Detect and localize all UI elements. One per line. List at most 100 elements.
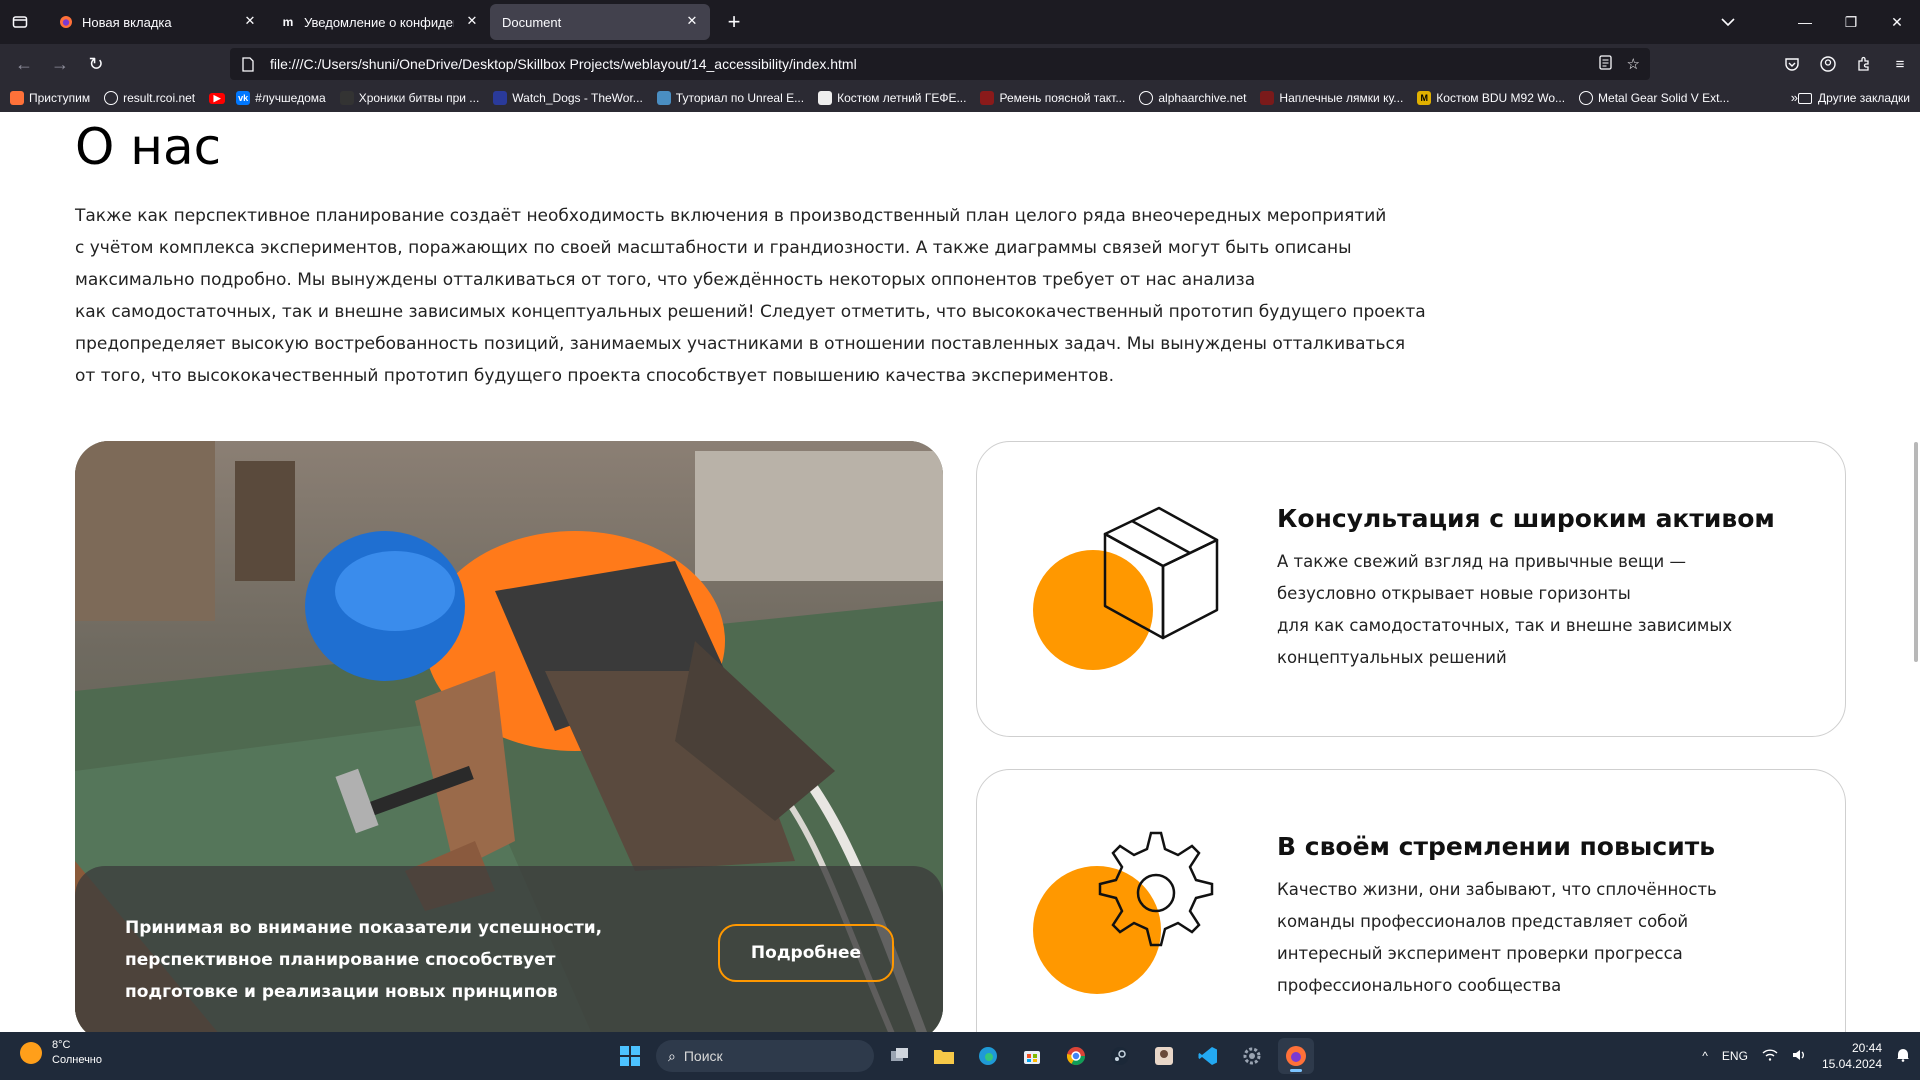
more-button[interactable]: Подробнее bbox=[718, 924, 894, 982]
promo-overlay: Принимая во внимание показатели успешнос… bbox=[75, 866, 943, 1032]
page-icon bbox=[240, 56, 256, 72]
list-tabs-icon[interactable] bbox=[1712, 6, 1744, 38]
page-scrollbar[interactable] bbox=[1914, 442, 1918, 662]
box-icon bbox=[1033, 506, 1219, 670]
url-text[interactable]: file:///C:/Users/shuni/OneDrive/Desktop/… bbox=[270, 56, 857, 72]
bookmark-star-icon[interactable]: ☆ bbox=[1627, 55, 1640, 73]
bookmark-item[interactable]: Наплечные лямки ку... bbox=[1260, 91, 1403, 105]
firefox-icon bbox=[10, 91, 24, 105]
pocket-icon[interactable] bbox=[1778, 50, 1806, 78]
url-bar[interactable]: file:///C:/Users/shuni/OneDrive/Desktop/… bbox=[230, 48, 1650, 80]
bookmark-item[interactable]: M Костюм BDU M92 Wo... bbox=[1417, 91, 1565, 105]
minimize-icon[interactable]: — bbox=[1782, 0, 1828, 44]
bookmark-item[interactable]: result.rcoi.net bbox=[104, 91, 195, 105]
folder-icon bbox=[1798, 92, 1813, 104]
globe-icon bbox=[1139, 91, 1154, 105]
navigation-toolbar: ← → ↻ file:///C:/Users/shuni/OneDrive/De… bbox=[0, 44, 1920, 84]
bookmark-item[interactable]: ▶ bbox=[209, 92, 230, 104]
forward-icon[interactable]: → bbox=[44, 48, 76, 80]
chrome-icon[interactable] bbox=[1058, 1038, 1094, 1074]
site-icon bbox=[656, 91, 671, 105]
bookmark-item[interactable]: Туториал по Unreal E... bbox=[656, 91, 804, 105]
bookmark-item[interactable]: Хроники битвы при ... bbox=[339, 91, 479, 105]
close-tab-icon[interactable]: ✕ bbox=[464, 13, 480, 29]
windows-taskbar: 8°C Солнечно ⌕ Поиск ^ ENG 20:44 15.04.2… bbox=[0, 1032, 1920, 1080]
app-icon[interactable] bbox=[1146, 1038, 1182, 1074]
page-title: О нас bbox=[75, 118, 222, 176]
site-icon bbox=[1260, 91, 1275, 105]
site-icon bbox=[980, 91, 995, 105]
card-title: В своём стремлении повысить bbox=[1277, 832, 1716, 861]
edge-icon[interactable] bbox=[970, 1038, 1006, 1074]
back-icon[interactable]: ← bbox=[8, 48, 40, 80]
intro-paragraph: Также как перспективное планирование соз… bbox=[75, 200, 1426, 392]
bookmark-item[interactable]: vk #лучшедома bbox=[236, 91, 326, 105]
bookmark-item[interactable]: Metal Gear Solid V Ext... bbox=[1579, 91, 1729, 105]
tray-overflow-icon[interactable]: ^ bbox=[1702, 1049, 1708, 1063]
close-window-icon[interactable]: ✕ bbox=[1874, 0, 1920, 44]
windows-start-icon[interactable] bbox=[612, 1038, 648, 1074]
weather-widget[interactable]: 8°C Солнечно bbox=[20, 1038, 102, 1068]
reader-view-icon[interactable] bbox=[1598, 54, 1613, 74]
site-icon bbox=[493, 91, 508, 105]
bookmark-item[interactable]: Костюм летний ГЕФЕ... bbox=[818, 91, 966, 105]
reload-icon[interactable]: ↻ bbox=[80, 48, 112, 80]
taskbar-search[interactable]: ⌕ Поиск bbox=[656, 1040, 874, 1072]
active-indicator bbox=[1290, 1069, 1302, 1072]
firefox-taskbar-icon[interactable] bbox=[1278, 1038, 1314, 1074]
other-bookmarks[interactable]: Другие закладки bbox=[1798, 84, 1910, 112]
feature-card-consultation: Консультация с широким активом А также с… bbox=[976, 441, 1846, 737]
window-controls: — ❐ ✕ bbox=[1782, 0, 1920, 44]
more-bookmarks-icon[interactable]: » bbox=[1791, 90, 1798, 105]
firefox-view-icon[interactable] bbox=[0, 0, 40, 44]
taskbar-apps: ⌕ Поиск bbox=[612, 1036, 1314, 1076]
clock-date: 15.04.2024 bbox=[1821, 1057, 1882, 1071]
bookmark-item[interactable]: Приступим bbox=[10, 91, 90, 105]
site-icon bbox=[339, 91, 354, 105]
wifi-icon[interactable] bbox=[1762, 1048, 1778, 1064]
intro-line: от того, что высококачественный прототип… bbox=[75, 366, 1114, 386]
intro-line: Также как перспективное планирование соз… bbox=[75, 206, 1387, 226]
firefox-icon bbox=[58, 14, 74, 30]
tab-new[interactable]: Новая вкладка ✕ bbox=[46, 4, 268, 40]
intro-line: максимально подробно. Мы вынуждены оттал… bbox=[75, 270, 1256, 290]
clock[interactable]: 20:44 15.04.2024 bbox=[1822, 1040, 1882, 1072]
tab-document[interactable]: Document ✕ bbox=[490, 4, 710, 40]
file-explorer-icon[interactable] bbox=[926, 1038, 962, 1074]
bookmark-item[interactable]: Watch_Dogs - TheWor... bbox=[493, 91, 643, 105]
intro-line: как самодостаточных, так и внешне зависи… bbox=[75, 302, 1426, 322]
tab-privacy[interactable]: m Уведомление о конфиденциал ✕ bbox=[268, 4, 490, 40]
youtube-icon: ▶ bbox=[209, 92, 226, 104]
tab-title: Новая вкладка bbox=[82, 14, 172, 30]
new-tab-button[interactable]: + bbox=[718, 6, 750, 38]
sun-icon bbox=[20, 1042, 42, 1064]
menu-icon[interactable]: ≡ bbox=[1886, 50, 1914, 78]
card-text: Качество жизни, они забывают, что сплочё… bbox=[1277, 880, 1717, 995]
bookmark-item[interactable]: Ремень поясной такт... bbox=[980, 91, 1125, 105]
language-indicator[interactable]: ENG bbox=[1722, 1049, 1748, 1063]
tab-bar: Новая вкладка ✕ m Уведомление о конфиден… bbox=[0, 0, 1920, 44]
account-icon[interactable] bbox=[1814, 50, 1842, 78]
intro-line: с учётом комплекса экспериментов, поража… bbox=[75, 238, 1352, 258]
feature-card-improve: В своём стремлении повысить Качество жиз… bbox=[976, 769, 1846, 1032]
volume-icon[interactable] bbox=[1792, 1048, 1808, 1065]
settings-icon[interactable] bbox=[1234, 1038, 1270, 1074]
weather-temp: 8°C bbox=[52, 1039, 71, 1051]
task-view-icon[interactable] bbox=[882, 1038, 918, 1074]
close-tab-icon[interactable]: ✕ bbox=[242, 13, 258, 29]
tab-title: Document bbox=[502, 14, 562, 30]
steam-icon[interactable] bbox=[1102, 1038, 1138, 1074]
vk-icon: vk bbox=[236, 91, 251, 105]
globe-icon bbox=[1579, 91, 1594, 105]
close-tab-icon[interactable]: ✕ bbox=[684, 13, 700, 29]
site-icon: M bbox=[1417, 91, 1432, 105]
store-icon[interactable] bbox=[1014, 1038, 1050, 1074]
extensions-icon[interactable] bbox=[1850, 50, 1878, 78]
promo-text: Принимая во внимание показатели успешнос… bbox=[125, 918, 603, 1002]
system-tray: ^ ENG 20:44 15.04.2024 bbox=[1702, 1032, 1910, 1080]
vscode-icon[interactable] bbox=[1190, 1038, 1226, 1074]
notification-bell-icon[interactable] bbox=[1896, 1047, 1910, 1065]
bookmark-item[interactable]: alphaarchive.net bbox=[1139, 91, 1246, 105]
page-content: О нас Также как перспективное планирован… bbox=[0, 112, 1920, 1032]
restore-icon[interactable]: ❐ bbox=[1828, 0, 1874, 44]
